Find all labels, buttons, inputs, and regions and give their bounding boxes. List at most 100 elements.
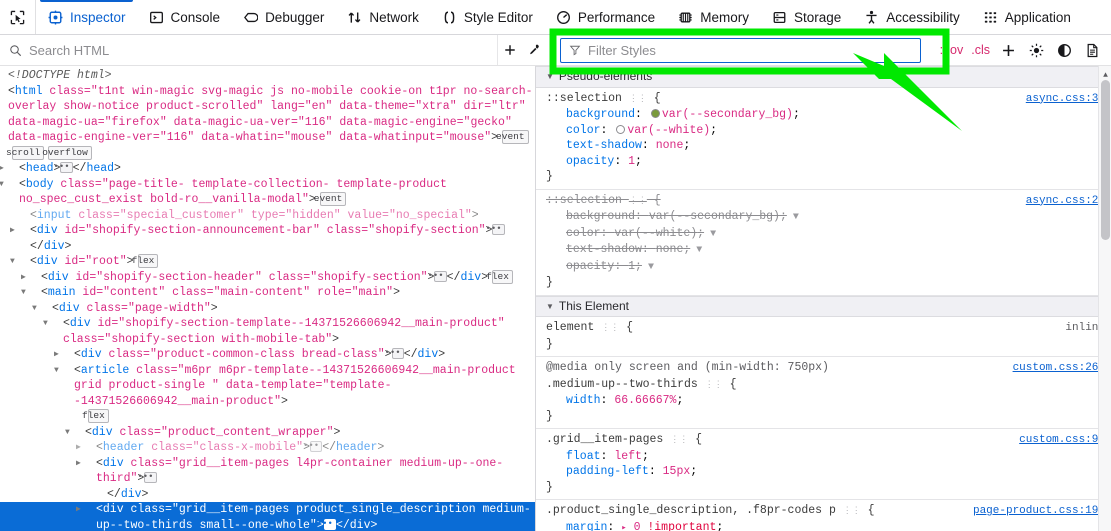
rule-source-link[interactable]: async.css:30 — [1026, 92, 1105, 108]
rule-selector[interactable]: .medium-up--two-thirds ⋮⋮ { — [546, 377, 737, 394]
search-html-field[interactable]: Search HTML — [0, 35, 498, 65]
expand-twisty[interactable] — [75, 425, 85, 441]
css-declaration[interactable]: background: var(--secondary_bg); — [546, 107, 1105, 123]
expand-twisty[interactable] — [20, 223, 30, 239]
css-property[interactable]: margin — [566, 521, 607, 531]
css-declaration[interactable]: opacity: 1; — [546, 154, 1105, 170]
css-declaration[interactable]: opacity: 1;▼ — [546, 259, 1105, 276]
class-toggle[interactable]: .cls — [968, 43, 993, 57]
css-property[interactable]: background — [566, 210, 635, 223]
markup-node[interactable]: <div class="page-width"> — [0, 301, 535, 317]
node-badge[interactable]: event — [502, 130, 529, 144]
css-declaration[interactable]: text-shadow: none;▼ — [546, 242, 1105, 259]
css-declaration[interactable]: color: var(--white); — [546, 123, 1105, 139]
css-value[interactable]: none — [656, 243, 684, 256]
css-value[interactable]: var(--secondary_bg) — [662, 108, 793, 121]
markup-node[interactable]: <div id="root">flex — [0, 254, 535, 270]
css-property[interactable]: text-shadow — [566, 139, 642, 152]
expand-twisty[interactable] — [64, 363, 74, 379]
tab-network[interactable]: Network — [335, 0, 430, 34]
expand-children-ellipsis[interactable]: ••• — [310, 441, 322, 452]
css-value[interactable]: 66.66667% — [614, 394, 676, 407]
node-badge[interactable]: overflow — [48, 146, 92, 160]
rule-grip-icon[interactable]: ⋮⋮ — [670, 435, 688, 445]
node-badge[interactable]: scroll — [12, 146, 44, 160]
node-badge[interactable]: event — [320, 192, 347, 206]
node-badge[interactable]: flex — [138, 254, 159, 268]
css-property[interactable]: color — [566, 227, 601, 240]
pseudo-elements-section-header[interactable]: ▼Pseudo-elements — [536, 66, 1111, 88]
tab-memory[interactable]: Memory — [666, 0, 760, 34]
eyedropper-button[interactable] — [522, 35, 546, 65]
markup-node[interactable]: <html class="t1nt win-magic svg-magic js… — [0, 84, 535, 162]
expand-twisty[interactable] — [31, 270, 41, 286]
css-value[interactable]: 1 — [628, 155, 635, 168]
filter-declaration-icon[interactable]: ▼ — [793, 210, 803, 226]
expand-twisty[interactable] — [20, 254, 30, 270]
scrollbar-thumb[interactable] — [1101, 80, 1110, 240]
rule-source-link[interactable]: page-product.css:194 — [973, 504, 1105, 520]
markup-node[interactable]: <header class="class-x-mobile">•••</head… — [0, 440, 535, 456]
expand-twisty[interactable] — [9, 161, 19, 177]
expand-twisty[interactable] — [86, 456, 96, 472]
css-property[interactable]: width — [566, 394, 601, 407]
node-badge[interactable]: flex — [492, 270, 513, 284]
light-color-scheme-button[interactable] — [1023, 37, 1049, 63]
rule-selector[interactable]: element ⋮⋮ { — [546, 320, 633, 337]
expand-twisty[interactable] — [64, 347, 74, 363]
expand-twisty[interactable] — [42, 301, 52, 317]
css-value[interactable]: 0 — [634, 521, 641, 531]
new-rule-button[interactable] — [995, 37, 1021, 63]
css-property[interactable]: padding-left — [566, 465, 649, 478]
filter-styles-input[interactable]: Filter Styles — [560, 38, 921, 63]
css-declaration[interactable]: width: 66.66667%; — [546, 393, 1105, 409]
css-declaration[interactable]: text-shadow: none; — [546, 138, 1105, 154]
node-badge[interactable]: flex — [88, 409, 109, 423]
css-value[interactable]: 1 — [628, 260, 635, 273]
css-property[interactable]: opacity — [566, 260, 614, 273]
css-value[interactable]: 15px — [663, 465, 691, 478]
tab-console[interactable]: Console — [137, 0, 232, 34]
pseudo-class-toggle[interactable]: :hov — [937, 43, 967, 57]
css-value[interactable]: var(--white) — [627, 124, 710, 137]
expand-shorthand-icon[interactable]: ▸ — [621, 523, 626, 531]
tab-style-editor[interactable]: Style Editor — [430, 0, 544, 34]
rule-grip-icon[interactable]: ⋮⋮ — [843, 506, 861, 516]
markup-node[interactable]: <div id="shopify-section-template--14371… — [0, 316, 535, 347]
css-rule[interactable]: ::selection ⋮⋮ {async.css:29background: … — [536, 190, 1111, 296]
expand-children-ellipsis[interactable]: ••• — [324, 519, 336, 530]
rule-selector[interactable]: .product_single_description, .f8pr-codes… — [546, 503, 875, 520]
css-value[interactable]: none — [656, 139, 684, 152]
markup-node[interactable]: <article class="m6pr m6pr-template--1437… — [0, 363, 535, 425]
markup-node-selected[interactable]: <div class="grid__item-pages product_sin… — [0, 502, 535, 531]
expand-twisty[interactable] — [31, 285, 41, 301]
rule-source-link[interactable]: async.css:29 — [1026, 194, 1105, 210]
markup-node[interactable]: <div id="shopify-section-announcement-ba… — [0, 223, 535, 254]
expand-children-ellipsis[interactable]: ••• — [144, 472, 156, 483]
filter-declaration-icon[interactable]: ▼ — [710, 227, 720, 243]
rule-grip-icon[interactable]: ⋮⋮ — [601, 323, 619, 333]
markup-node[interactable]: <input class="special_customer" type="hi… — [0, 208, 535, 224]
tab-application[interactable]: Application — [971, 0, 1082, 34]
markup-node[interactable]: </div> — [0, 487, 535, 503]
rule-source-link[interactable]: custom.css:93 — [1019, 433, 1105, 449]
tab-performance[interactable]: Performance — [544, 0, 666, 34]
filter-declaration-icon[interactable]: ▼ — [648, 260, 658, 276]
rule-grip-icon[interactable]: ⋮⋮ — [705, 380, 723, 390]
css-rule[interactable]: @media only screen and (min-width: 750px… — [536, 357, 1111, 429]
markup-node[interactable]: <div class="grid__item-pages l4pr-contai… — [0, 456, 535, 487]
expand-children-ellipsis[interactable]: ••• — [392, 348, 404, 359]
rule-selector[interactable]: ::selection ⋮⋮ { — [546, 91, 661, 108]
markup-node[interactable]: <main id="content" class="main-content" … — [0, 285, 535, 301]
markup-node[interactable]: <head>•••</head> — [0, 161, 535, 177]
markup-node[interactable]: <div class="product_content_wrapper"> — [0, 425, 535, 441]
markup-node[interactable]: <div class="product-common-class bread-c… — [0, 347, 535, 363]
expand-twisty[interactable] — [86, 440, 96, 456]
css-value[interactable]: left — [614, 450, 642, 463]
add-node-button[interactable] — [498, 35, 522, 65]
rule-grip-icon[interactable]: ⋮⋮ — [629, 94, 647, 104]
this-element-section-header[interactable]: ▼This Element — [536, 296, 1111, 318]
collapse-twisty[interactable]: ▼ — [546, 69, 554, 85]
expand-children-ellipsis[interactable]: ••• — [434, 271, 446, 282]
filter-declaration-icon[interactable]: ▼ — [696, 243, 706, 259]
